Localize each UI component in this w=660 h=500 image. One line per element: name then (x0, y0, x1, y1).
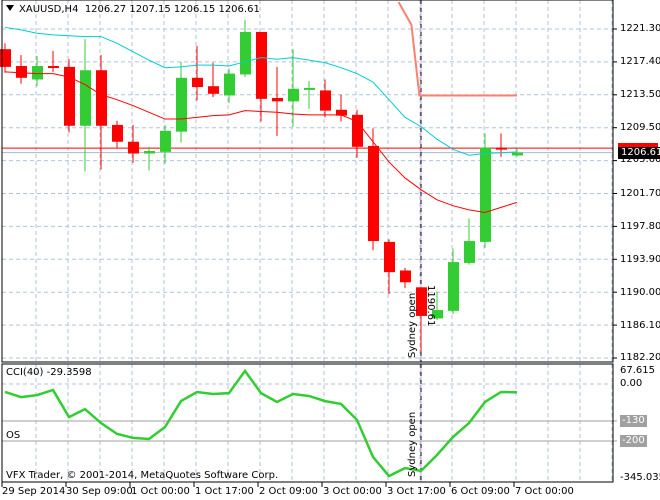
bull-candle (464, 241, 475, 263)
price-label: 1209.50 (620, 122, 660, 133)
bear-candle (16, 66, 27, 78)
price-lines (2, 0, 613, 482)
current-price-label: 1206.61 (618, 147, 660, 159)
stop-line (397, 1, 517, 97)
bear-candle (64, 66, 75, 126)
bear-candle (496, 147, 507, 150)
bear-candle (192, 77, 203, 88)
sydney-open-label: Sydney open (407, 292, 418, 358)
time-label: 7 Oct 00:00 (515, 486, 574, 497)
bull-candle (240, 31, 251, 75)
dropdown-triangle-icon[interactable] (6, 5, 14, 11)
symbol-label: XAUUSD,H4 (19, 4, 79, 15)
bull-candle (32, 66, 43, 80)
cci-window-border (1, 363, 614, 483)
cci-zero-label: 0.00 (620, 378, 643, 389)
bear-candle (96, 70, 107, 126)
low-value: 1206.15 (173, 4, 216, 15)
close-value: 1206.61 (218, 4, 260, 15)
time-label: 29 Sep 2014 (2, 486, 66, 497)
price-marker-label: 1190.61 (425, 285, 436, 327)
os-label: OS (6, 430, 21, 441)
grid (2, 0, 617, 482)
cci-min-label: -345.0355 (620, 472, 660, 483)
price-label: 1193.90 (620, 254, 660, 265)
bear-candle (128, 141, 139, 154)
chart-header: XAUUSD,H4 1206.27 1207.15 1206.15 1206.6… (6, 4, 260, 16)
bull-candle (304, 87, 315, 90)
price-label: 1186.10 (620, 320, 660, 331)
sydney-open-label-cci: Sydney open (407, 411, 418, 477)
bull-candle (288, 88, 299, 102)
time-label: 1 Oct 17:00 (195, 486, 254, 497)
high-value: 1207.15 (129, 4, 171, 15)
bull-candle (512, 152, 523, 156)
bear-candle (400, 270, 411, 283)
cci-level-label: -200 (620, 435, 647, 447)
time-label: 2 Oct 09:00 (259, 486, 318, 497)
chart-canvas[interactable] (0, 0, 660, 500)
price-label: 1221.30 (620, 23, 660, 34)
candles (0, 19, 523, 353)
cci-title: CCI(40) -29.3598 (6, 367, 92, 378)
time-label: 3 Oct 17:00 (387, 486, 446, 497)
bull-candle (80, 70, 91, 126)
cci-line (4, 368, 518, 478)
bear-candle (48, 66, 59, 69)
bear-candle (320, 90, 331, 111)
bear-candle (112, 124, 123, 142)
price-label: 1213.50 (620, 89, 660, 100)
bear-candle (208, 86, 219, 94)
time-label: 3 Oct 00:00 (323, 486, 382, 497)
cci-level-label: -130 (620, 415, 647, 427)
bull-candle (480, 147, 491, 242)
price-label: 1197.80 (620, 221, 660, 232)
time-label: 1 Oct 00:00 (131, 486, 190, 497)
bull-candle (160, 130, 171, 152)
bear-candle (384, 241, 395, 273)
time-label: 6 Oct 09:00 (451, 486, 510, 497)
cci-max-label: 67.615 (620, 365, 655, 376)
price-label: 1201.70 (620, 188, 660, 199)
open-value: 1206.27 (84, 4, 127, 15)
time-label: 30 Sep 09:00 (66, 486, 133, 497)
bear-candle (272, 97, 283, 102)
bear-candle (368, 145, 379, 242)
main-window-border (1, 0, 614, 363)
copyright-text: VFX Trader, © 2001-2014, MetaQuotes Soft… (6, 470, 279, 481)
bull-candle (224, 73, 235, 96)
price-label: 1182.20 (620, 352, 660, 363)
chart-frame (1, 0, 614, 487)
bear-candle (256, 31, 267, 99)
bull-candle (176, 77, 187, 132)
price-label: 1217.40 (620, 56, 660, 67)
price-label: 1190.00 (620, 287, 660, 298)
bull-candle (448, 262, 459, 311)
bull-candle (144, 151, 155, 154)
